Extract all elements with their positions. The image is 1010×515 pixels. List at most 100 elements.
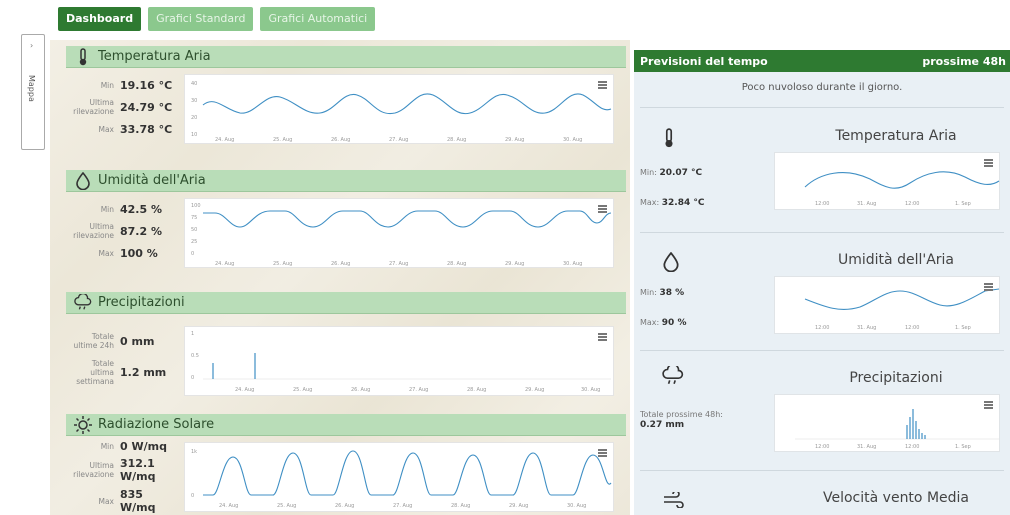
tab-dashboard[interactable]: Dashboard — [58, 7, 142, 31]
svg-text:12:00: 12:00 — [815, 325, 829, 331]
svg-text:25. Aug: 25. Aug — [277, 503, 296, 509]
svg-text:30. Aug: 30. Aug — [567, 503, 586, 509]
svg-text:12:00: 12:00 — [905, 325, 919, 331]
series-line — [203, 450, 612, 496]
stat-min: Min 19.16 °C — [100, 78, 173, 92]
svg-text:1. Sep: 1. Sep — [955, 201, 971, 207]
svg-text:1: 1 — [191, 331, 194, 337]
stat-min: Min: 20.07 °C — [640, 168, 703, 178]
chart-menu-icon[interactable] — [598, 205, 607, 213]
panel-title: Umidità dell'Aria — [98, 173, 206, 188]
side-tab-label: Mappa — [27, 75, 36, 102]
chart-menu-icon[interactable] — [984, 401, 993, 409]
svg-text:29. Aug: 29. Aug — [525, 387, 544, 393]
svg-text:1. Sep: 1. Sep — [955, 325, 971, 331]
panel-body: Min 0 W/mq Ultima rilevazione 312.1 W/mq M… — [66, 436, 626, 515]
svg-text:31. Aug: 31. Aug — [857, 201, 876, 207]
section-title: Velocità vento Media — [823, 490, 969, 506]
svg-text:50: 50 — [191, 227, 197, 233]
forecast-header: Previsioni del tempo prossime 48h — [634, 50, 1010, 72]
stat-max: Max 100 % — [98, 246, 158, 260]
stat-min: Min: 38 % — [640, 288, 685, 298]
tab-grafici-automatici[interactable]: Grafici Automatici — [260, 7, 376, 31]
panel-umidita: Umidità dell'Aria Min 42.5 % Ultima rilev… — [66, 170, 626, 292]
panel-title: Radiazione Solare — [98, 417, 215, 432]
svg-text:0: 0 — [191, 375, 194, 381]
svg-text:30: 30 — [191, 98, 197, 104]
svg-text:29. Aug: 29. Aug — [509, 503, 528, 509]
svg-text:28. Aug: 28. Aug — [447, 261, 466, 267]
thermometer-icon — [662, 128, 682, 148]
svg-text:20: 20 — [191, 115, 197, 121]
svg-text:27. Aug: 27. Aug — [389, 137, 408, 143]
stat-last: Ultima rilevazione 312.1 W/mq — [73, 457, 156, 483]
series-line — [203, 210, 612, 228]
svg-text:0: 0 — [191, 493, 194, 499]
forecast-precipitation-chart: 12:00 31. Aug 12:00 1. Sep — [774, 394, 1000, 452]
svg-text:1k: 1k — [191, 449, 197, 455]
series-line — [202, 93, 612, 115]
svg-text:28. Aug: 28. Aug — [447, 137, 466, 143]
stats: Min 0 W/mq Ultima rilevazione 312.1 W/mq M… — [72, 438, 182, 515]
svg-text:27. Aug: 27. Aug — [389, 261, 408, 267]
thermometer-icon — [74, 47, 92, 66]
chart-menu-icon[interactable] — [598, 333, 607, 341]
stats: Totale ultime 24h 0 mm Totale ultima sett… — [72, 328, 182, 390]
svg-text:12:00: 12:00 — [815, 444, 829, 450]
stat-min: Min 42.5 % — [100, 202, 162, 216]
svg-text:27. Aug: 27. Aug — [409, 387, 428, 393]
svg-text:100: 100 — [191, 203, 201, 209]
temperature-chart: 40 30 20 10 24. Aug 25. Aug 26. Aug 27. … — [184, 74, 614, 144]
forecast-summary: Poco nuvoloso durante il giorno. — [640, 72, 1004, 108]
divider — [640, 470, 1004, 471]
chart-menu-icon[interactable] — [598, 449, 607, 457]
svg-text:28. Aug: 28. Aug — [467, 387, 486, 393]
stats: Min 19.16 °C Ultima rilevazione 24.79 °C M… — [72, 74, 182, 140]
svg-text:40: 40 — [191, 81, 197, 87]
chart-svg: 40 30 20 10 24. Aug 25. Aug 26. Aug 27. … — [191, 81, 612, 143]
svg-text:12:00: 12:00 — [905, 444, 919, 450]
svg-text:31. Aug: 31. Aug — [857, 325, 876, 331]
panel-title: Temperatura Aria — [98, 49, 211, 64]
water-drop-icon — [662, 251, 682, 273]
section-title: Umidità dell'Aria — [838, 252, 954, 268]
svg-text:25: 25 — [191, 239, 197, 245]
svg-text:30. Aug: 30. Aug — [563, 261, 582, 267]
svg-text:1. Sep: 1. Sep — [955, 444, 971, 450]
svg-text:28. Aug: 28. Aug — [451, 503, 470, 509]
stat-max: Max: 32.84 °C — [640, 198, 705, 208]
svg-text:0.5: 0.5 — [191, 353, 199, 359]
svg-text:24. Aug: 24. Aug — [235, 387, 254, 393]
chart-svg: 12:00 31. Aug 12:00 1. Sep — [804, 171, 1000, 207]
forecast-panel: Previsioni del tempo prossime 48h Poco n… — [634, 50, 1010, 515]
chart-menu-icon[interactable] — [598, 81, 607, 89]
chart-menu-icon[interactable] — [984, 283, 993, 291]
stat-max: Max: 90 % — [640, 318, 687, 328]
stat-last: Ultima rilevazione 24.79 °C — [73, 98, 173, 116]
svg-text:25. Aug: 25. Aug — [273, 137, 292, 143]
svg-text:25. Aug: 25. Aug — [293, 387, 312, 393]
panel-radiazione: Radiazione Solare Min 0 W/mq Ultima rilev… — [66, 414, 626, 515]
svg-text:31. Aug: 31. Aug — [857, 444, 876, 450]
panel-title: Precipitazioni — [98, 295, 185, 310]
tab-grafici-standard[interactable]: Grafici Standard — [148, 7, 254, 31]
svg-text:10: 10 — [191, 132, 197, 138]
svg-text:24. Aug: 24. Aug — [215, 261, 234, 267]
series-line — [804, 288, 1000, 310]
svg-text:12:00: 12:00 — [905, 201, 919, 207]
chart-menu-icon[interactable] — [984, 159, 993, 167]
chevron-right-icon: › — [30, 41, 34, 50]
panel-body: Min 42.5 % Ultima rilevazione 87.2 % Max 10… — [66, 192, 626, 292]
side-map-tab[interactable]: › Mappa — [21, 34, 45, 150]
precipitation-chart: 1 0.5 0 24. Aug 25. Aug 26. Aug 27. Aug … — [184, 326, 614, 396]
panel-header: Temperatura Aria — [66, 46, 626, 68]
svg-text:30. Aug: 30. Aug — [563, 137, 582, 143]
stat-total-week: Totale ultima settimana 1.2 mm — [76, 358, 167, 386]
stat-max: Max 33.78 °C — [98, 122, 173, 136]
solar-radiation-chart: 1k 0 24. Aug 25. Aug 26. Aug 27. Aug 28.… — [184, 442, 614, 512]
svg-text:26. Aug: 26. Aug — [351, 387, 370, 393]
panel-temperatura: Temperatura Aria Min 19.16 °C Ultima rile… — [66, 46, 626, 168]
svg-text:75: 75 — [191, 215, 197, 221]
chart-svg: 1k 0 24. Aug 25. Aug 26. Aug 27. Aug 28.… — [191, 449, 612, 509]
wind-icon — [662, 490, 686, 512]
